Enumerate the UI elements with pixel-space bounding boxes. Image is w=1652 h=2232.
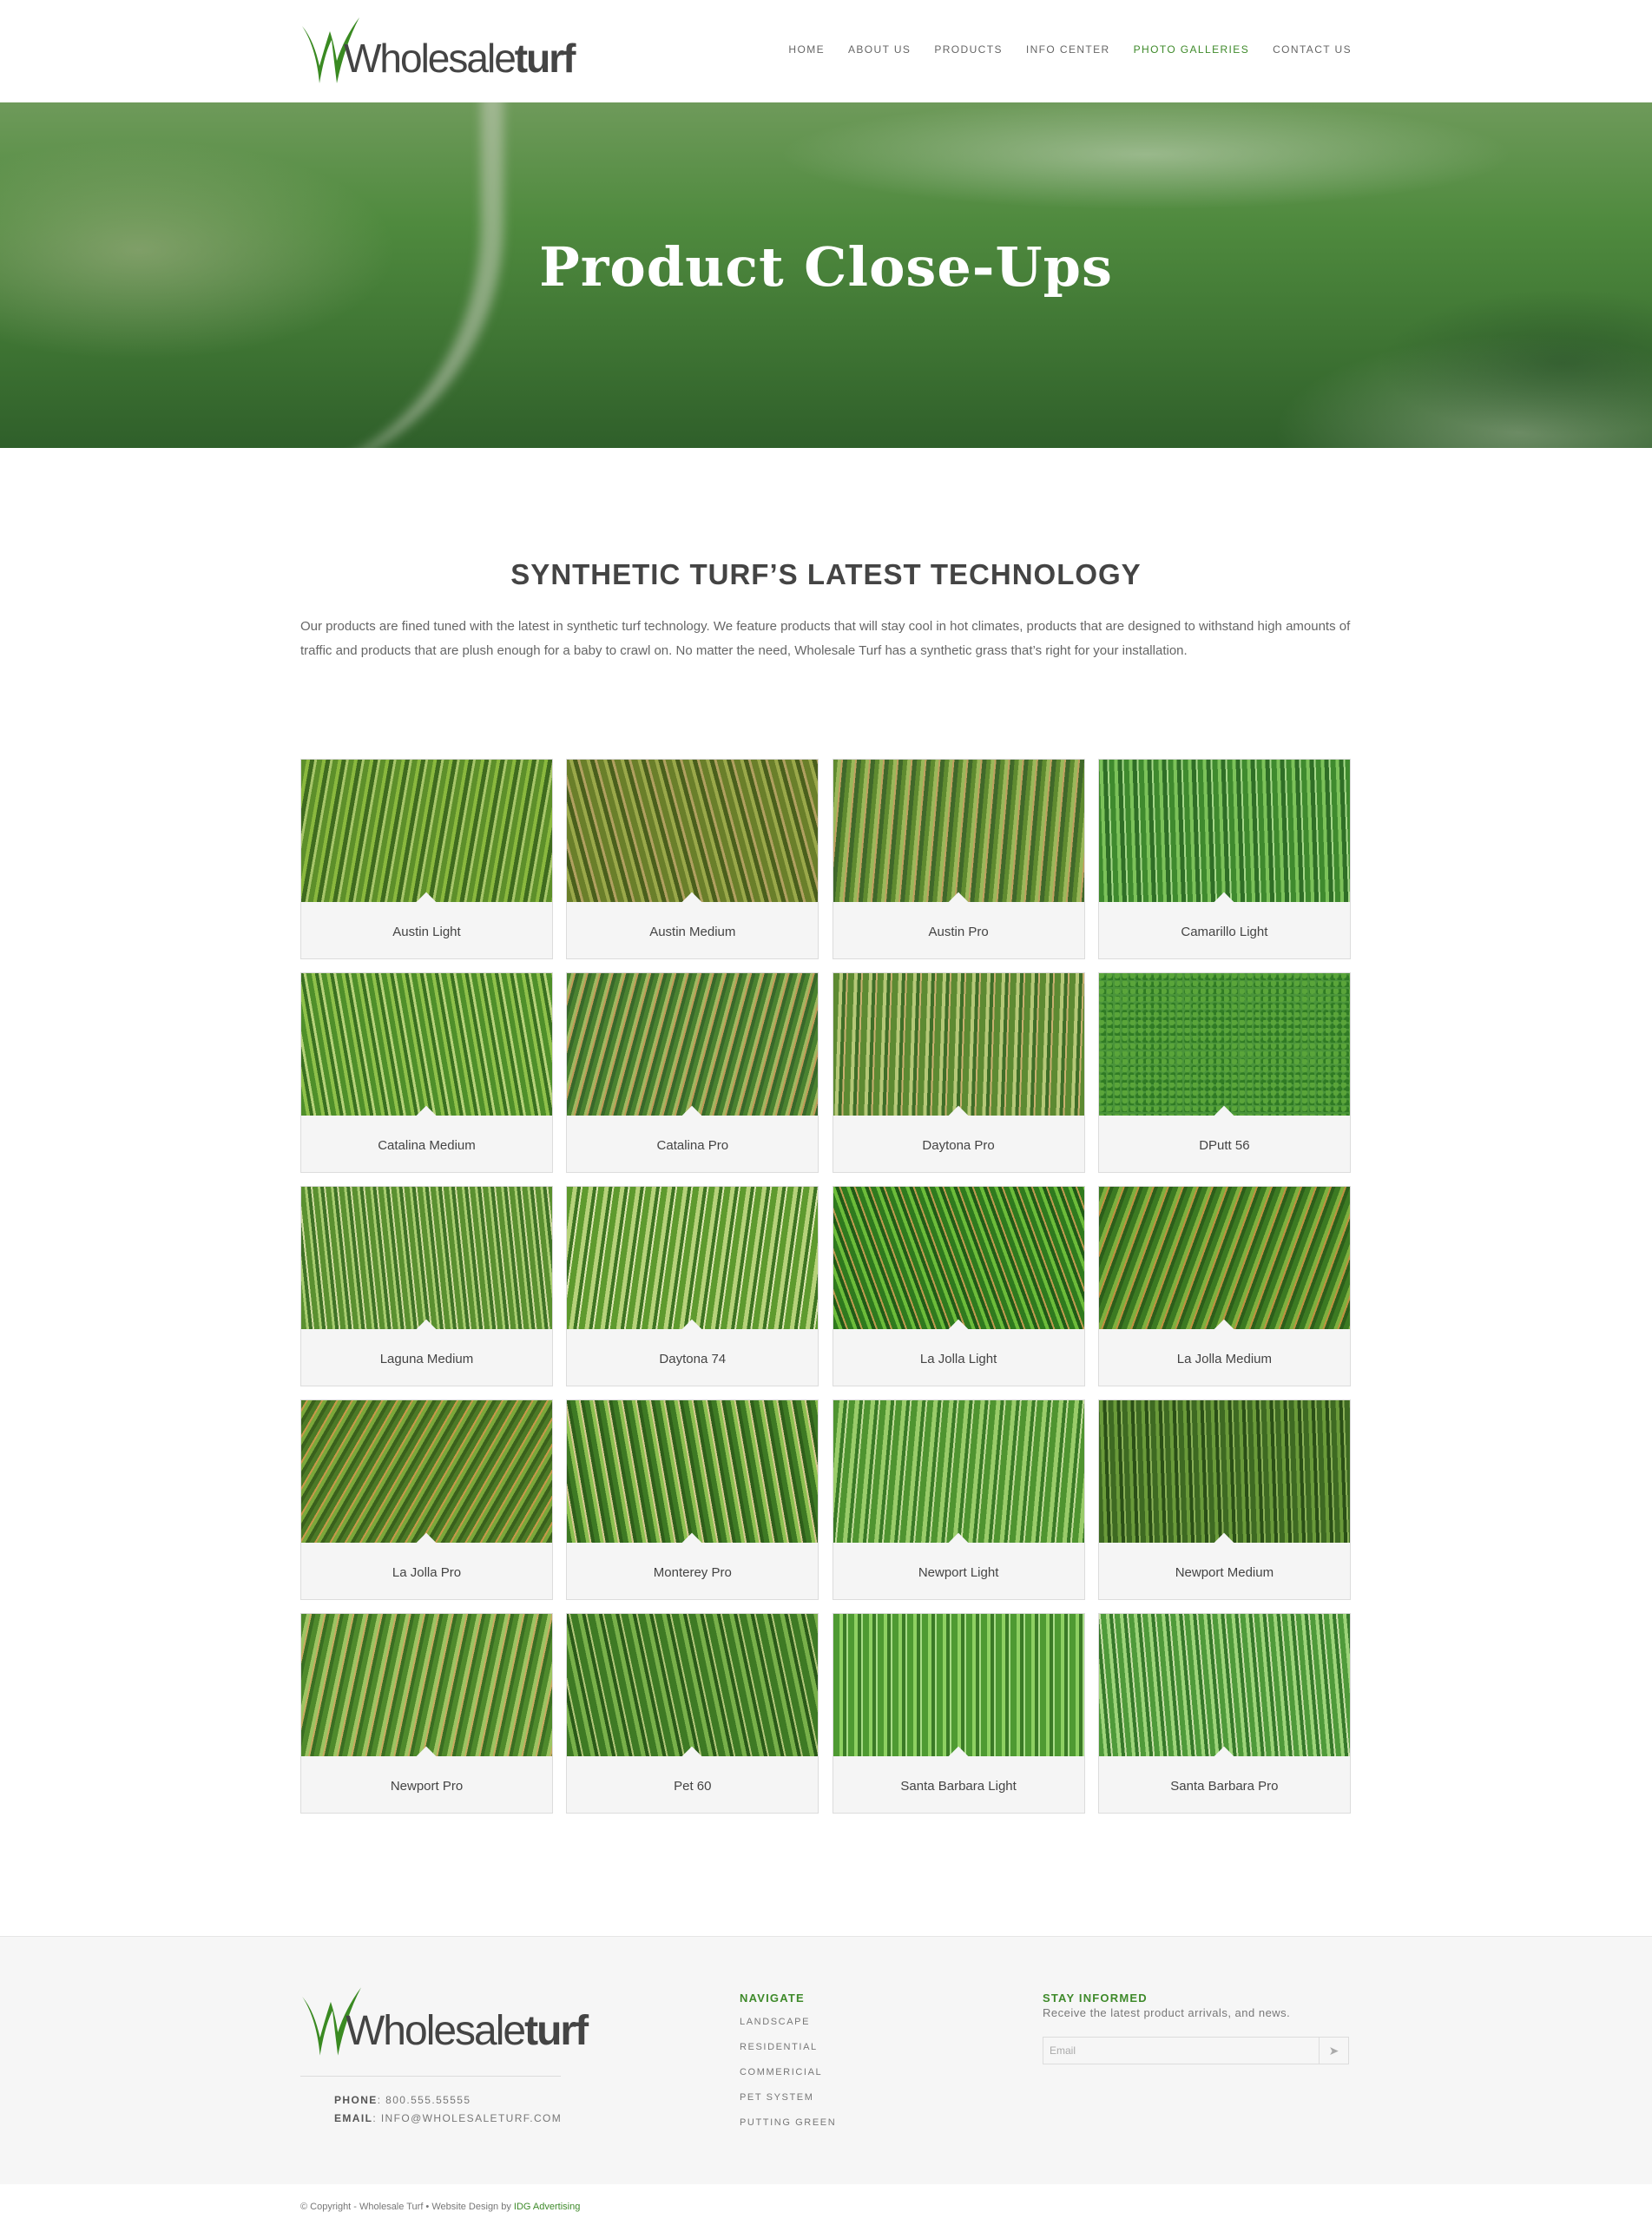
product-image	[1098, 760, 1350, 902]
product-image	[301, 1614, 552, 1756]
product-image	[301, 760, 552, 902]
product-image	[301, 973, 552, 1116]
product-card[interactable]: Daytona Pro	[832, 972, 1085, 1173]
product-image	[301, 1187, 552, 1329]
hero-banner: Product Close-Ups	[0, 102, 1652, 448]
nav-info-center[interactable]: INFO CENTER	[1026, 43, 1110, 56]
footer-nav: LANDSCAPE RESIDENTIAL COMMERICIAL PET SY…	[740, 2015, 836, 2130]
product-card[interactable]: Camarillo Light	[1097, 759, 1351, 959]
product-name: Daytona Pro	[922, 1138, 995, 1153]
product-card[interactable]: Austin Pro	[832, 759, 1085, 959]
footer-contact: PHONE: 800.555.55555 EMAIL: INFO@WHOLESA…	[334, 2091, 562, 2128]
logo-text: Wholesaleturf	[344, 36, 576, 81]
nav-products[interactable]: PRODUCTS	[934, 43, 1003, 56]
send-arrow-icon: ➤	[1328, 2043, 1339, 2058]
product-card[interactable]: Newport Pro	[300, 1613, 553, 1814]
site-footer: Wholesaleturf PHONE: 800.555.55555 EMAIL…	[0, 1936, 1652, 2184]
copyright: © Copyright - Wholesale Turf • Website D…	[300, 2202, 581, 2212]
product-name: La Jolla Light	[919, 1352, 997, 1366]
nav-home[interactable]: HOME	[788, 43, 825, 56]
product-name: Austin Light	[392, 925, 461, 939]
footer-link-commercial[interactable]: COMMERICIAL	[740, 2065, 836, 2080]
intro-paragraph: Our products are fined tuned with the la…	[300, 619, 1351, 658]
product-card[interactable]: Catalina Pro	[566, 972, 819, 1173]
product-card[interactable]: La Jolla Medium	[1097, 1186, 1351, 1386]
product-name: Pet 60	[674, 1779, 712, 1794]
product-card[interactable]: Newport Light	[832, 1399, 1085, 1600]
product-image	[1098, 1614, 1350, 1756]
product-name: Laguna Medium	[379, 1352, 474, 1366]
product-card[interactable]: DPutt 56	[1097, 972, 1351, 1173]
product-card[interactable]: Newport Medium	[1097, 1399, 1351, 1600]
nav-photo-galleries[interactable]: PHOTO GALLERIES	[1134, 43, 1249, 56]
product-grid: Austin Light Austin Medium Austin Pro Ca…	[300, 759, 1352, 1814]
product-name: Newport Medium	[1175, 1565, 1274, 1580]
product-card[interactable]: La Jolla Pro	[300, 1399, 553, 1600]
product-image	[567, 1400, 819, 1543]
product-image	[833, 973, 1084, 1116]
nav-about-us[interactable]: ABOUT US	[848, 43, 911, 56]
product-image	[1098, 1400, 1350, 1543]
newsletter-submit-button[interactable]: ➤	[1319, 2038, 1348, 2064]
product-image	[567, 760, 819, 902]
product-card[interactable]: Daytona 74	[566, 1186, 819, 1386]
product-name: Santa Barbara Light	[900, 1779, 1017, 1794]
product-card[interactable]: Santa Barbara Pro	[1097, 1613, 1351, 1814]
product-image	[1098, 1187, 1350, 1329]
product-name: La Jolla Medium	[1176, 1352, 1272, 1366]
product-card[interactable]: Santa Barbara Light	[832, 1613, 1085, 1814]
product-name: Catalina Pro	[656, 1138, 729, 1153]
nav-contact-us[interactable]: CONTACT US	[1273, 43, 1352, 56]
product-card[interactable]: Austin Medium	[566, 759, 819, 959]
footer-logo[interactable]: Wholesaleturf	[300, 1985, 589, 2058]
navigate-heading: NAVIGATE	[740, 1992, 805, 2005]
product-card[interactable]: La Jolla Light	[832, 1186, 1085, 1386]
site-logo[interactable]: Wholesaleturf	[300, 16, 576, 85]
footer-link-putting-green[interactable]: PUTTING GREEN	[740, 2116, 836, 2130]
site-header: Wholesaleturf HOME ABOUT US PRODUCTS INF…	[0, 0, 1652, 102]
product-name: Catalina Medium	[378, 1138, 476, 1153]
main-nav: HOME ABOUT US PRODUCTS INFO CENTER PHOTO…	[788, 43, 1352, 56]
section-title: SYNTHETIC TURF’S LATEST TECHNOLOGY	[510, 558, 1142, 590]
page-title: Product Close-Ups	[539, 235, 1113, 299]
product-card[interactable]: Monterey Pro	[566, 1399, 819, 1600]
email-line: EMAIL: INFO@WHOLESALETURF.COM	[334, 2112, 563, 2124]
product-name: La Jolla Pro	[392, 1565, 462, 1580]
product-image	[833, 1400, 1084, 1543]
product-name: Austin Medium	[649, 925, 736, 939]
product-card[interactable]: Laguna Medium	[300, 1186, 553, 1386]
newsletter-text: Receive the latest product arrivals, and…	[1043, 2006, 1291, 2019]
footer-link-landscape[interactable]: LANDSCAPE	[740, 2015, 836, 2030]
product-card[interactable]: Catalina Medium	[300, 972, 553, 1173]
email-address[interactable]: INFO@WHOLESALETURF.COM	[381, 2112, 562, 2124]
product-image	[567, 1187, 819, 1329]
phone-line: PHONE: 800.555.55555	[334, 2094, 471, 2106]
product-name: Newport Pro	[390, 1779, 464, 1794]
newsletter-form: ➤	[1043, 2037, 1349, 2064]
product-name: Monterey Pro	[653, 1565, 732, 1580]
product-image	[833, 1187, 1084, 1329]
product-image	[833, 1614, 1084, 1756]
product-image	[1098, 973, 1350, 1116]
product-name: Daytona 74	[659, 1352, 727, 1366]
product-card[interactable]: Austin Light	[300, 759, 553, 959]
footer-link-pet-system[interactable]: PET SYSTEM	[740, 2090, 836, 2105]
footer-logo-text: Wholesaleturf	[346, 2008, 589, 2054]
product-name: DPutt 56	[1199, 1138, 1250, 1153]
newsletter-email-input[interactable]	[1043, 2038, 1320, 2064]
footer-divider	[300, 2076, 561, 2077]
product-name: Austin Pro	[928, 925, 989, 939]
product-card[interactable]: Pet 60	[566, 1613, 819, 1814]
product-image	[567, 1614, 819, 1756]
product-name: Santa Barbara Pro	[1170, 1779, 1279, 1794]
product-image	[301, 1400, 552, 1543]
product-image	[833, 760, 1084, 902]
stay-informed-heading: STAY INFORMED	[1043, 1992, 1148, 2005]
product-name: Newport Light	[918, 1565, 999, 1580]
product-name: Camarillo Light	[1181, 925, 1268, 939]
phone-number[interactable]: 800.555.55555	[385, 2094, 471, 2106]
footer-link-residential[interactable]: RESIDENTIAL	[740, 2040, 836, 2055]
designer-link[interactable]: IDG Advertising	[514, 2202, 580, 2212]
product-image	[567, 973, 819, 1116]
